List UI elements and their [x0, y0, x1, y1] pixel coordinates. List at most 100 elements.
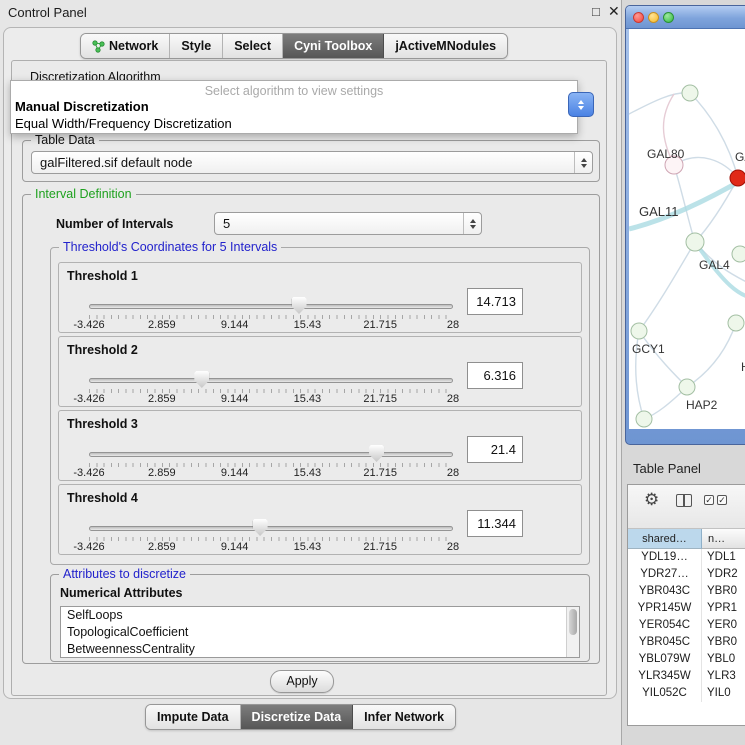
node-label[interactable]: GAL80 — [647, 147, 684, 161]
table-panel-title: Table Panel — [633, 461, 701, 476]
network-window-titlebar[interactable] — [626, 6, 745, 29]
table-data-combobox[interactable]: galFiltered.sif default node — [31, 151, 593, 174]
gear-icon[interactable]: ⚙ — [644, 490, 659, 510]
slider-thumb[interactable] — [253, 519, 268, 536]
tab-jactivemnodules[interactable]: jActiveMNodules — [384, 34, 507, 58]
bottom-tabbar: Impute Data Discretize Data Infer Networ… — [145, 704, 456, 730]
slider-scale: -3.426 2.859 9.144 15.43 21.715 28 — [89, 393, 453, 405]
slider-scale: -3.426 2.859 9.144 15.43 21.715 28 — [89, 319, 453, 331]
list-item[interactable]: BetweennessCentrality — [61, 641, 579, 658]
tab-impute-data[interactable]: Impute Data — [146, 705, 241, 729]
threshold-3-slider[interactable] — [89, 444, 453, 462]
checkbox-icon[interactable]: ✓ — [717, 495, 727, 505]
thresholds-group-title: Threshold's Coordinates for 5 Intervals — [59, 240, 281, 254]
node-label[interactable]: GAL4 — [699, 258, 730, 272]
tab-infer-network[interactable]: Infer Network — [353, 705, 455, 729]
threshold-2-panel: Threshold 2 -3.426 2.859 9.144 15.43 21.… — [58, 336, 582, 407]
algorithm-combobox-stepper[interactable] — [568, 92, 594, 117]
column-header-name[interactable]: n… — [702, 529, 745, 549]
number-of-intervals-label: Number of Intervals — [56, 217, 173, 231]
control-panel-title: Control Panel — [8, 5, 87, 20]
threshold-3-value-field[interactable]: 21.4 — [467, 436, 523, 463]
node-label[interactable]: GAL11 — [639, 204, 679, 219]
dropdown-item-manual-discretization[interactable]: Manual Discretization — [11, 98, 577, 115]
scrollbar-thumb[interactable] — [569, 609, 577, 635]
threshold-1-label: Threshold 1 — [67, 269, 138, 283]
table-header-row: shared… n… — [628, 529, 745, 549]
attributes-group-title: Attributes to discretize — [59, 567, 190, 581]
slider-thumb[interactable] — [369, 445, 384, 462]
node-label[interactable]: HAP2 — [686, 398, 717, 412]
numerical-attributes-list[interactable]: SelfLoops TopologicalCoefficient Between… — [60, 606, 580, 658]
zoom-traffic-light-icon[interactable] — [663, 12, 674, 23]
slider-scale: -3.426 2.859 9.144 15.43 21.715 28 — [89, 541, 453, 553]
table-row[interactable]: YLR345WYLR3 — [628, 668, 745, 685]
control-panel-titlebar: Control Panel □ ✕ — [0, 0, 620, 24]
table-row[interactable]: YBR043CYBR0 — [628, 583, 745, 600]
float-window-icon[interactable]: □ — [592, 4, 600, 19]
dropdown-item-equal-width-frequency[interactable]: Equal Width/Frequency Discretization — [11, 115, 577, 132]
columns-icon[interactable] — [676, 494, 692, 507]
network-canvas[interactable]: GAL80 GA GAL11 GAL4 GCY1 HAP2 H — [629, 29, 745, 429]
threshold-3-panel: Threshold 3 -3.426 2.859 9.144 15.43 21.… — [58, 410, 582, 481]
table-panel: ⚙ ✓ ✓ shared… n… YDL19…YDL1 YDR27…YDR2 Y… — [627, 484, 745, 726]
stepper-up-icon — [578, 100, 584, 104]
table-data-group-title: Table Data — [31, 133, 99, 147]
table-row[interactable]: YER054CYER0 — [628, 617, 745, 634]
threshold-4-slider[interactable] — [89, 518, 453, 536]
tab-network-label: Network — [109, 39, 158, 53]
table-row[interactable]: YIL052CYIL0 — [628, 685, 745, 702]
node-label[interactable]: H — [741, 360, 745, 374]
slider-track[interactable] — [89, 378, 453, 383]
checkbox-icon[interactable]: ✓ — [704, 495, 714, 505]
apply-button[interactable]: Apply — [270, 670, 334, 693]
table-row[interactable]: YBL079WYBL0 — [628, 651, 745, 668]
algorithm-dropdown-popup: Select algorithm to view settings Manual… — [10, 80, 578, 134]
slider-track[interactable] — [89, 452, 453, 457]
number-of-intervals-combobox[interactable]: 5 — [214, 212, 482, 235]
table-rows: YDL19…YDL1 YDR27…YDR2 YBR043CYBR0 YPR145… — [628, 549, 745, 702]
table-row[interactable]: YBR045CYBR0 — [628, 634, 745, 651]
threshold-1-panel: Threshold 1 -3.426 2.859 9.144 15.43 21.… — [58, 262, 582, 333]
close-traffic-light-icon[interactable] — [633, 12, 644, 23]
threshold-1-value-field[interactable]: 14.713 — [467, 288, 523, 315]
number-of-intervals-value: 5 — [215, 216, 463, 231]
threshold-4-label: Threshold 4 — [67, 491, 138, 505]
slider-thumb[interactable] — [292, 297, 307, 314]
threshold-2-value-field[interactable]: 6.316 — [467, 362, 523, 389]
dropdown-hint: Select algorithm to view settings — [11, 81, 577, 98]
combobox-stepper-icon — [463, 213, 481, 234]
table-toolbar: ⚙ ✓ ✓ — [628, 485, 745, 529]
tab-network[interactable]: Network — [81, 34, 170, 58]
tab-style[interactable]: Style — [170, 34, 223, 58]
threshold-4-panel: Threshold 4 -3.426 2.859 9.144 15.43 21.… — [58, 484, 582, 555]
threshold-4-value-field[interactable]: 11.344 — [467, 510, 523, 537]
column-header-shared-name[interactable]: shared… — [628, 529, 702, 549]
threshold-3-label: Threshold 3 — [67, 417, 138, 431]
list-item[interactable]: TopologicalCoefficient — [61, 624, 579, 641]
threshold-2-slider[interactable] — [89, 370, 453, 388]
numerical-attributes-heading: Numerical Attributes — [60, 586, 182, 600]
tab-discretize-data[interactable]: Discretize Data — [241, 705, 354, 729]
table-data-group: Table Data galFiltered.sif default node — [22, 140, 600, 182]
network-graph — [629, 29, 745, 429]
table-data-combobox-value: galFiltered.sif default node — [32, 155, 574, 170]
control-panel-tabbar: Network Style Select Cyni Toolbox jActiv… — [80, 33, 508, 59]
minimize-traffic-light-icon[interactable] — [648, 12, 659, 23]
threshold-1-slider[interactable] — [89, 296, 453, 314]
table-row[interactable]: YPR145WYPR1 — [628, 600, 745, 617]
close-icon[interactable]: ✕ — [608, 3, 620, 20]
interval-definition-group-title: Interval Definition — [31, 187, 136, 201]
slider-track[interactable] — [89, 526, 453, 531]
node-label[interactable]: GA — [735, 150, 745, 164]
tab-cyni-toolbox[interactable]: Cyni Toolbox — [283, 34, 384, 58]
table-row[interactable]: YDL19…YDL1 — [628, 549, 745, 566]
threshold-2-label: Threshold 2 — [67, 343, 138, 357]
tab-select[interactable]: Select — [223, 34, 283, 58]
list-item[interactable]: SelfLoops — [61, 607, 579, 624]
list-scrollbar[interactable] — [566, 607, 579, 657]
node-label[interactable]: GCY1 — [632, 342, 665, 356]
slider-thumb[interactable] — [194, 371, 209, 388]
table-row[interactable]: YDR27…YDR2 — [628, 566, 745, 583]
slider-track[interactable] — [89, 304, 453, 309]
